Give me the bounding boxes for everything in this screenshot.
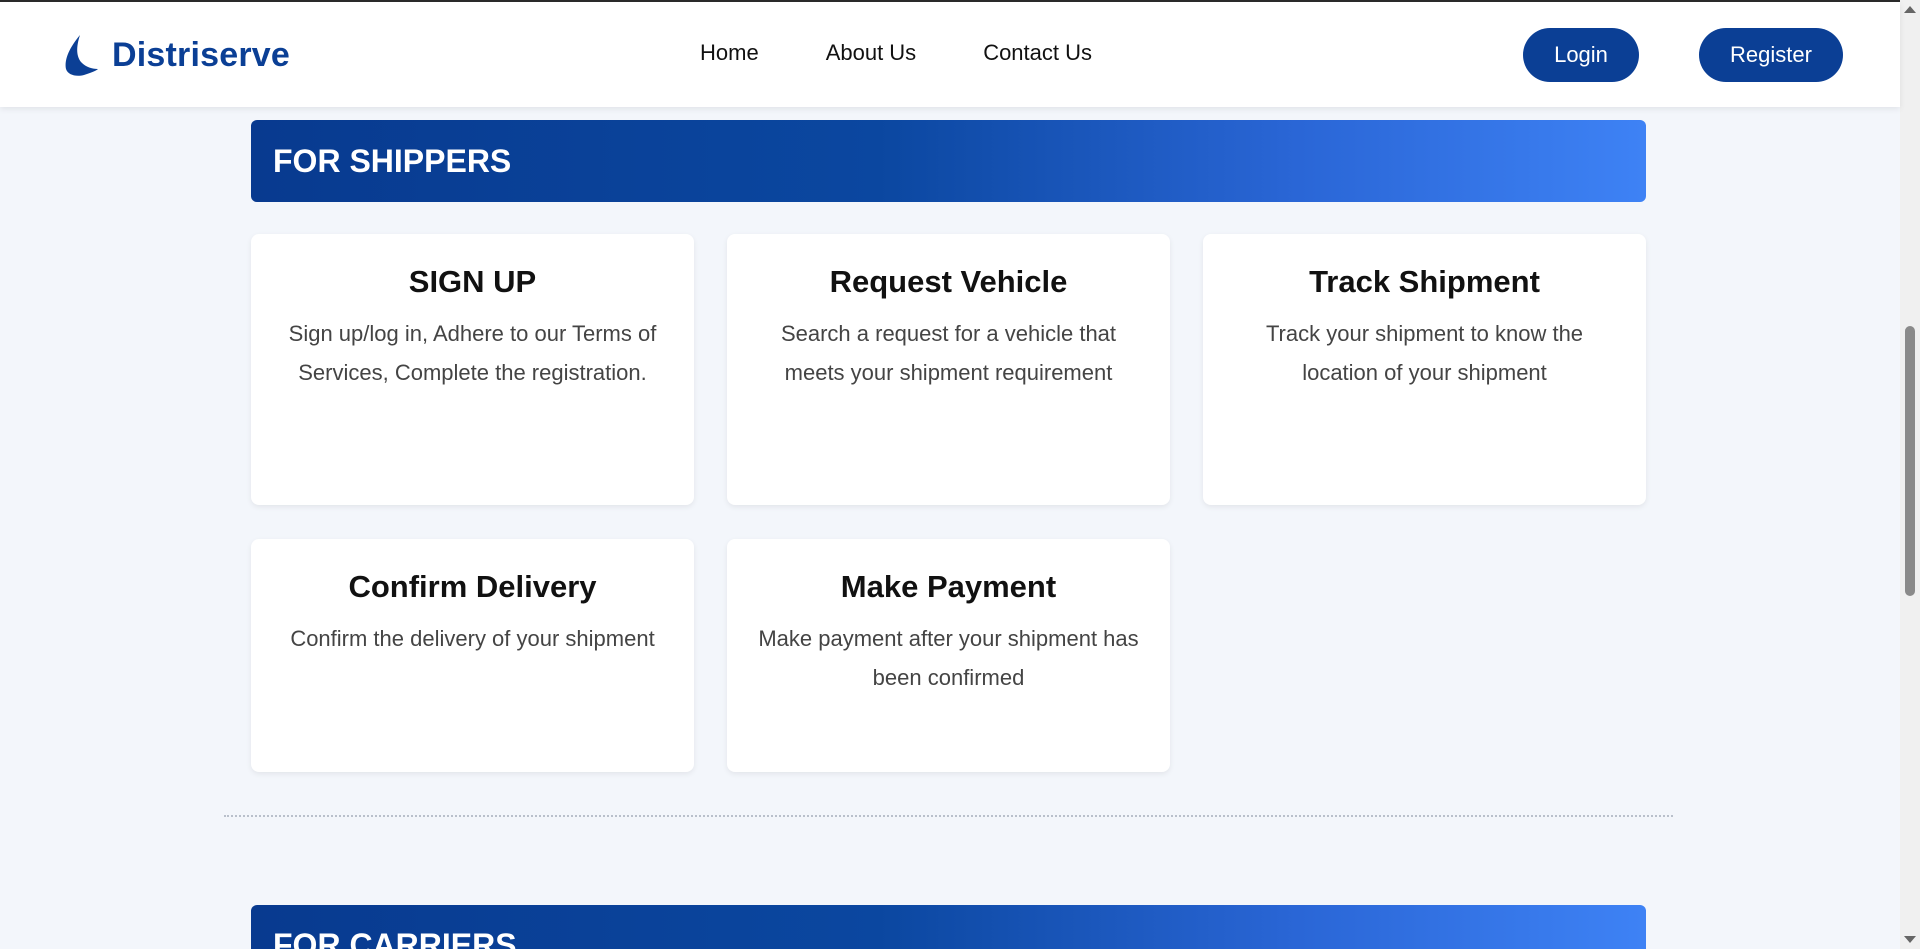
- step-card-sign-up: SIGN UP Sign up/log in, Adhere to our Te…: [251, 234, 694, 505]
- scrollbar-thumb[interactable]: [1905, 326, 1915, 596]
- step-card-text: Confirm the delivery of your shipment: [290, 626, 655, 651]
- step-card-confirm-delivery: Confirm Delivery Confirm the delivery of…: [251, 539, 694, 772]
- step-card-title: SIGN UP: [408, 264, 537, 299]
- step-card-text: Make payment after your shipment has bee…: [758, 626, 1139, 690]
- carriers-section-title: FOR CARRIERS: [251, 905, 1646, 949]
- page-scrollbar[interactable]: [1900, 0, 1920, 949]
- step-card-title: Make Payment: [840, 569, 1057, 604]
- scroll-up-arrow-icon[interactable]: [1904, 6, 1916, 13]
- register-button[interactable]: Register: [1699, 28, 1843, 82]
- step-card-request-vehicle: Request Vehicle Search a request for a v…: [727, 234, 1170, 505]
- scroll-down-arrow-icon[interactable]: [1904, 936, 1916, 943]
- shippers-section-title: FOR SHIPPERS: [251, 120, 1646, 202]
- step-card-text: Search a request for a vehicle that meet…: [780, 321, 1117, 385]
- step-card-title: Confirm Delivery: [348, 569, 597, 604]
- login-button[interactable]: Login: [1523, 28, 1639, 82]
- site-header: Distriserve Home About Us Contact Us Log…: [0, 2, 1900, 107]
- section-divider: [224, 815, 1673, 817]
- nav-about-link[interactable]: About Us: [826, 40, 917, 66]
- step-card-text: Sign up/log in, Adhere to our Terms of S…: [288, 321, 657, 385]
- brand-logo[interactable]: Distriserve: [60, 32, 290, 78]
- step-card-track-shipment: Track Shipment Track your shipment to kn…: [1203, 234, 1646, 505]
- step-card-title: Request Vehicle: [829, 264, 1068, 299]
- main-nav: Home About Us Contact Us: [700, 40, 1092, 66]
- nav-home-link[interactable]: Home: [700, 40, 759, 66]
- nav-contact-link[interactable]: Contact Us: [983, 40, 1092, 66]
- step-card-make-payment: Make Payment Make payment after your shi…: [727, 539, 1170, 772]
- brand-logo-icon: [65, 35, 98, 76]
- step-card-text: Track your shipment to know the location…: [1265, 321, 1584, 385]
- step-card-title: Track Shipment: [1309, 264, 1540, 299]
- brand-name: Distriserve: [112, 35, 290, 74]
